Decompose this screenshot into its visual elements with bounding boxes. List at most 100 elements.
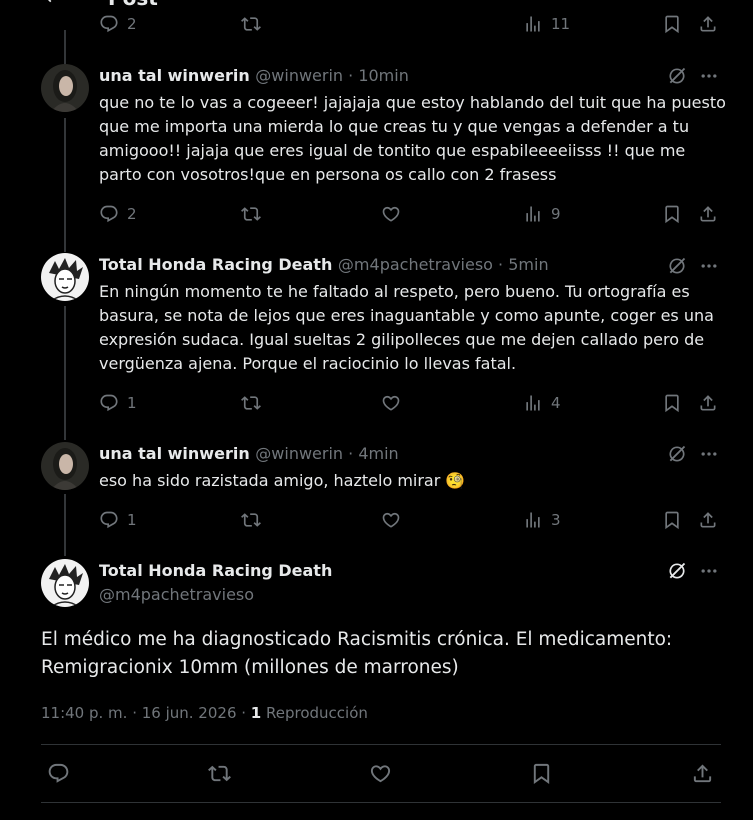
post-meta: 11:40 p. m. · 16 jun. 2026 · 1 Reproducc… (41, 704, 368, 722)
bookmark-button[interactable] (662, 202, 682, 226)
page-title: Post (108, 0, 158, 10)
reply-icon (99, 393, 119, 413)
main-action-bar (41, 760, 721, 786)
share-icon (698, 393, 718, 413)
avatar[interactable] (41, 253, 89, 301)
thread-line (64, 30, 66, 64)
repost-button[interactable] (241, 508, 261, 532)
reply-icon (47, 762, 70, 785)
repost-icon (241, 510, 261, 530)
reply-icon (99, 204, 119, 224)
repost-button[interactable] (208, 760, 231, 786)
author-name[interactable]: Total Honda Racing Death (99, 255, 332, 274)
repost-button[interactable] (241, 12, 261, 36)
tweet-text: que no te lo vas a cogeeer! jajajaja que… (99, 93, 726, 184)
share-button[interactable] (691, 760, 714, 786)
like-button[interactable] (381, 508, 401, 532)
monocle-face-emoji: 🧐 (445, 471, 466, 490)
views-icon (523, 510, 543, 530)
avatar[interactable] (41, 442, 89, 490)
thread-line (64, 118, 66, 252)
top-action-bar: 2 11 (99, 12, 724, 36)
thread-line (64, 494, 66, 556)
share-button[interactable] (698, 202, 718, 226)
repost-icon (241, 204, 261, 224)
post-text: El médico me ha diagnosticado Racismitis… (41, 629, 673, 678)
more-icon[interactable] (699, 66, 719, 86)
like-button[interactable] (381, 202, 401, 226)
share-button[interactable] (698, 391, 718, 415)
share-icon (698, 510, 718, 530)
tweet-text: eso ha sido razistada amigo, haztelo mir… (99, 471, 441, 490)
more-icon[interactable] (699, 561, 719, 581)
views-button[interactable]: 4 (523, 391, 561, 415)
share-button[interactable] (698, 12, 718, 36)
like-icon (369, 762, 392, 785)
plays-count: 1 (250, 704, 262, 722)
repost-button[interactable] (241, 391, 261, 415)
post-time[interactable]: 10min (358, 66, 409, 85)
share-icon (698, 204, 718, 224)
like-icon (381, 204, 401, 224)
bookmark-icon (662, 14, 682, 34)
like-button[interactable] (369, 760, 392, 786)
reply-button[interactable]: 1 (99, 391, 137, 415)
reply-button[interactable] (47, 760, 70, 786)
repost-button[interactable] (241, 202, 261, 226)
action-bar: 2 9 (99, 202, 724, 226)
reply-button[interactable]: 2 (99, 202, 137, 226)
avatar[interactable] (41, 559, 89, 607)
author-handle[interactable]: @winwerin (255, 66, 343, 85)
grok-icon[interactable] (667, 561, 687, 581)
reply-button[interactable]: 2 (99, 12, 137, 36)
divider (41, 802, 721, 803)
post-time[interactable]: 5min (508, 255, 548, 274)
more-icon[interactable] (699, 444, 719, 464)
author-handle[interactable]: @winwerin (255, 444, 343, 463)
like-icon (381, 393, 401, 413)
action-bar: 1 4 (99, 391, 724, 415)
like-button[interactable] (381, 391, 401, 415)
bookmark-icon (662, 510, 682, 530)
reply-button[interactable]: 1 (99, 508, 137, 532)
repost-icon (241, 393, 261, 413)
grok-icon[interactable] (667, 66, 687, 86)
avatar[interactable] (41, 64, 89, 112)
thread-line (64, 306, 66, 440)
reply-icon (99, 14, 119, 34)
plays-label: Reproducción (261, 704, 368, 722)
bookmark-icon (530, 762, 553, 785)
repost-icon (241, 14, 261, 34)
views-button[interactable]: 3 (523, 508, 561, 532)
bookmark-button[interactable] (662, 391, 682, 415)
author-handle[interactable]: @m4pachetravieso (338, 255, 493, 274)
bookmark-button[interactable] (662, 12, 682, 36)
divider (41, 744, 721, 745)
post-timestamp[interactable]: 11:40 p. m. · 16 jun. 2026 · (41, 704, 251, 722)
author-name[interactable]: una tal winwerin (99, 444, 250, 463)
author-name[interactable]: Total Honda Racing Death (99, 561, 332, 580)
grok-icon[interactable] (667, 444, 687, 464)
post-time[interactable]: 4min (358, 444, 398, 463)
back-arrow-icon[interactable] (41, 0, 61, 6)
bookmark-button[interactable] (530, 760, 553, 786)
views-button[interactable]: 11 (523, 12, 570, 36)
share-icon (691, 762, 714, 785)
tweet-text: En ningún momento te he faltado al respe… (99, 282, 714, 373)
more-icon[interactable] (699, 256, 719, 276)
action-bar: 1 3 (99, 508, 724, 532)
share-icon (698, 14, 718, 34)
views-icon (523, 14, 543, 34)
bookmark-icon (662, 204, 682, 224)
like-icon (381, 510, 401, 530)
grok-icon[interactable] (667, 256, 687, 276)
views-icon (523, 393, 543, 413)
bookmark-button[interactable] (662, 508, 682, 532)
views-icon (523, 204, 543, 224)
repost-icon (208, 762, 231, 785)
share-button[interactable] (698, 508, 718, 532)
bookmark-icon (662, 393, 682, 413)
author-handle[interactable]: @m4pachetravieso (99, 585, 254, 604)
author-name[interactable]: una tal winwerin (99, 66, 250, 85)
views-button[interactable]: 9 (523, 202, 561, 226)
